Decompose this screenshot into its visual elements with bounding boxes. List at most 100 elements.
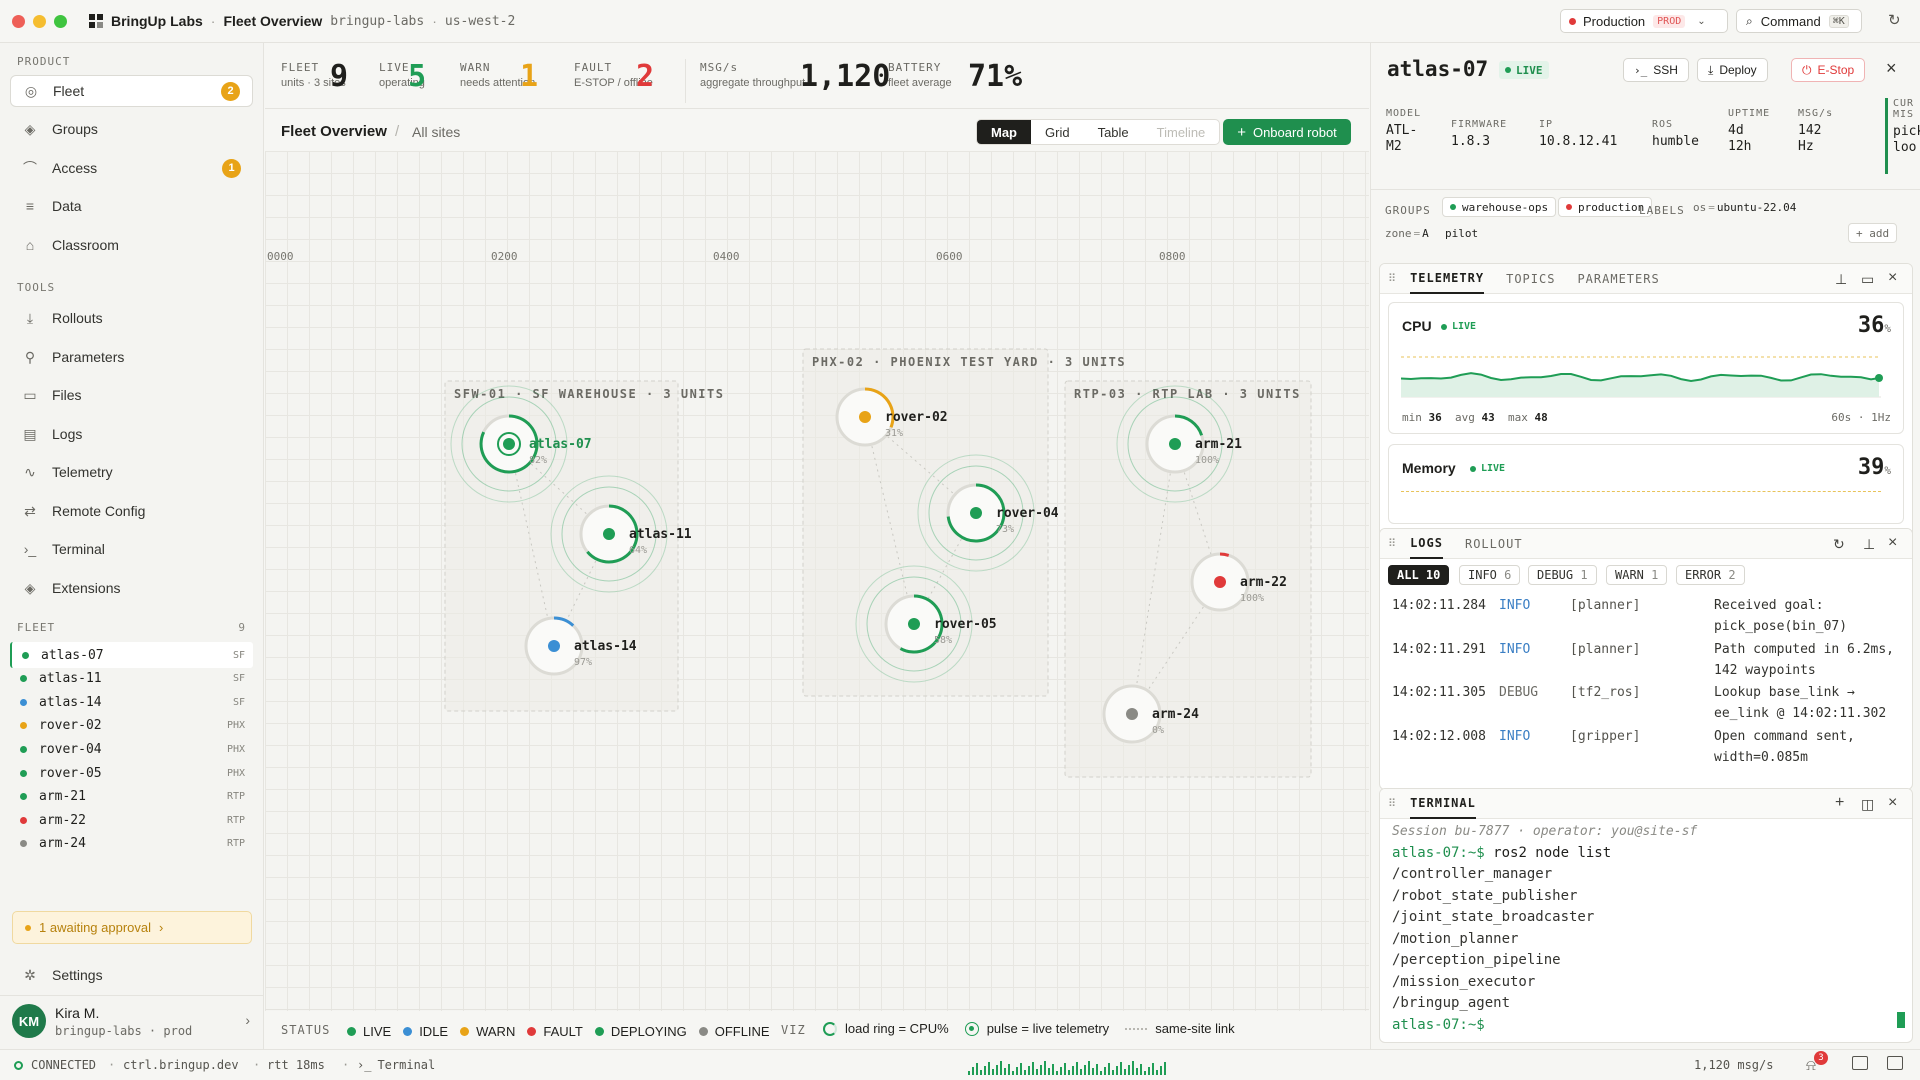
sidebar-item-label: Groups (52, 121, 98, 137)
stat-value: 5 (408, 59, 427, 94)
fleet-item-atlas-14[interactable]: atlas-14 SF (10, 689, 253, 715)
field-value: 10.8.12.41 (1539, 134, 1618, 149)
group-chip[interactable]: warehouse-ops (1442, 197, 1557, 217)
log-row[interactable]: 14:02:11.284 INFO [planner] Received goal: p… (1392, 595, 1902, 639)
filter-all[interactable]: ALL 10 (1388, 565, 1450, 585)
log-row[interactable]: 14:02:11.291 INFO [planner] Path computed i… (1392, 639, 1902, 683)
pin-icon[interactable]: ⊥ (1835, 271, 1847, 288)
tab-topics[interactable]: TOPICS (1506, 264, 1555, 294)
close-icon[interactable]: × (1888, 269, 1897, 287)
fleet-item-arm-21[interactable]: arm-21 RTP (10, 784, 253, 810)
traffic-bar (1124, 1069, 1126, 1075)
breadcrumb[interactable]: All sites (412, 124, 460, 140)
panel-toggle-icon[interactable] (1887, 1056, 1903, 1070)
tab-grid[interactable]: Grid (1031, 120, 1084, 144)
log-message: Received goal: (1714, 598, 1824, 613)
drag-handle-icon[interactable]: ⠿ (1388, 272, 1396, 285)
filter-info[interactable]: INFO 6 (1459, 565, 1521, 585)
close-icon[interactable]: × (1888, 794, 1897, 812)
label-chip[interactable]: zone = A (1385, 223, 1429, 243)
sidebar-item-classroom[interactable]: ⌂ Classroom (10, 229, 253, 261)
status-bar: CONNECTED · ctrl.bringup.dev · rtt 18ms … (0, 1049, 1920, 1080)
sidebar-item-groups[interactable]: ◈ Groups (10, 113, 253, 145)
sidebar-item-remote-config[interactable]: ⇄ Remote Config (10, 495, 253, 527)
sidebar-item-files[interactable]: ▭ Files (10, 379, 253, 411)
fleet-badge: 2 (221, 81, 240, 101)
drag-handle-icon[interactable]: ⠿ (1388, 537, 1396, 550)
label-chip[interactable]: os = ubuntu-22.04 (1686, 197, 1803, 217)
ssh-button[interactable]: ›_ SSH (1623, 58, 1689, 82)
status-dot (20, 722, 27, 730)
maximize-window-button[interactable] (54, 14, 67, 28)
label-chip[interactable]: pilot (1438, 223, 1485, 243)
split-icon[interactable]: ▭ (1861, 271, 1874, 288)
sidebar-item-rollouts[interactable]: ⤓ Rollouts (10, 302, 253, 334)
log-row[interactable]: 14:02:12.008 INFO [gripper] Open command se… (1392, 726, 1902, 770)
sidebar-item-parameters[interactable]: ⚲ Parameters (10, 341, 253, 373)
environment-selector[interactable]: Production PROD ⌄ (1560, 9, 1728, 33)
org-label: bringup-labs (330, 13, 425, 29)
approval-banner[interactable]: 1 awaiting approval › (12, 911, 252, 944)
onboard-robot-button[interactable]: + Onboard robot (1223, 119, 1351, 145)
minimize-window-button[interactable] (33, 14, 46, 28)
fleet-item-arm-24[interactable]: arm-24 RTP (10, 831, 253, 857)
sidebar-item-telemetry[interactable]: ∿ Telemetry (10, 456, 253, 488)
user-menu[interactable]: KM Kira M. bringup-labs · prod › (10, 1002, 254, 1042)
tab-terminal[interactable]: TERMINAL (1410, 789, 1476, 819)
estop-button[interactable]: ⏻ E-Stop (1791, 58, 1866, 82)
stat-sub: aggregate throughput (700, 77, 806, 89)
tab-telemetry[interactable]: TELEMETRY (1410, 264, 1485, 294)
terminal-output[interactable]: Session bu-7877 · operator: you@site-sf … (1380, 819, 1912, 1038)
plus-icon[interactable]: + (1835, 794, 1844, 812)
close-icon[interactable]: × (1888, 534, 1897, 552)
sidebar-item-data[interactable]: ≡ Data (10, 190, 253, 222)
fleet-item-rover-05[interactable]: rover-05 PHX (10, 760, 253, 786)
deploy-button[interactable]: ⤓ Deploy (1697, 58, 1768, 82)
approval-dot (25, 924, 31, 931)
tab-parameters[interactable]: PARAMETERS (1577, 264, 1659, 294)
close-window-button[interactable] (12, 14, 25, 28)
cpu-avg: 43 (1481, 411, 1495, 424)
tab-rollout[interactable]: ROLLOUT (1465, 529, 1523, 559)
filter-error[interactable]: ERROR 2 (1676, 565, 1745, 585)
field-key: ROS (1652, 119, 1674, 130)
sidebar-item-terminal[interactable]: ›_ Terminal (10, 533, 253, 565)
close-icon[interactable]: × (1886, 58, 1897, 79)
cpu-label: CPU (1402, 318, 1432, 334)
fleet-item-atlas-11[interactable]: atlas-11 SF (10, 666, 253, 692)
fleet-item-rover-04[interactable]: rover-04 PHX (10, 736, 253, 762)
log-row[interactable]: 14:02:11.305 DEBUG [tf2_ros] Lookup base_li… (1392, 682, 1902, 726)
command-palette-button[interactable]: ⌕ Command ⌘K (1736, 9, 1862, 33)
sidebar-item-fleet[interactable]: ◎ Fleet 2 (10, 75, 253, 107)
traffic-bar (972, 1067, 974, 1075)
sidebar-item-logs[interactable]: ▤ Logs (10, 418, 253, 450)
pin-icon[interactable]: ⊥ (1863, 536, 1875, 553)
refresh-icon[interactable]: ↻ (1833, 536, 1845, 553)
terminal-toggle[interactable]: ›_ Terminal (357, 1058, 435, 1072)
sidebar-item-access[interactable]: ⌒ Access 1 (10, 152, 253, 184)
fleet-item-atlas-07[interactable]: atlas-07 SF (10, 642, 253, 668)
robot-battery-label: 82% (529, 455, 547, 466)
filter-warn[interactable]: WARN 1 (1606, 565, 1668, 585)
tab-map[interactable]: Map (977, 120, 1031, 144)
robot-name: atlas-07 (1387, 57, 1489, 81)
filter-debug[interactable]: DEBUG 1 (1528, 565, 1597, 585)
sidebar-item-extensions[interactable]: ◈ Extensions (10, 572, 253, 604)
status-dot (20, 675, 27, 683)
add-label-button[interactable]: + add (1848, 223, 1898, 243)
tab-timeline[interactable]: Timeline (1143, 120, 1220, 144)
field-key: IP (1539, 119, 1554, 130)
stat-battery: BATTERY fleet average 71% (888, 59, 1022, 101)
tab-logs[interactable]: LOGS (1410, 529, 1443, 559)
sidebar-toggle-icon[interactable] (1852, 1056, 1868, 1070)
refresh-icon[interactable]: ↻ (1888, 11, 1901, 29)
fleet-map[interactable]: 0000 0200 0400 0600 0800 SFW-01 · SF WAREHOUS… (265, 151, 1369, 1011)
fleet-item-rover-02[interactable]: rover-02 PHX (10, 713, 253, 739)
label-value: A (1422, 226, 1429, 240)
drag-handle-icon[interactable]: ⠿ (1388, 797, 1396, 810)
sidebar-item-settings[interactable]: ✲ Settings (10, 959, 253, 991)
tab-table[interactable]: Table (1084, 120, 1143, 144)
split-icon[interactable]: ◫ (1861, 796, 1874, 813)
robot-battery-label: 64% (629, 545, 647, 556)
fleet-item-arm-22[interactable]: arm-22 RTP (10, 807, 253, 833)
